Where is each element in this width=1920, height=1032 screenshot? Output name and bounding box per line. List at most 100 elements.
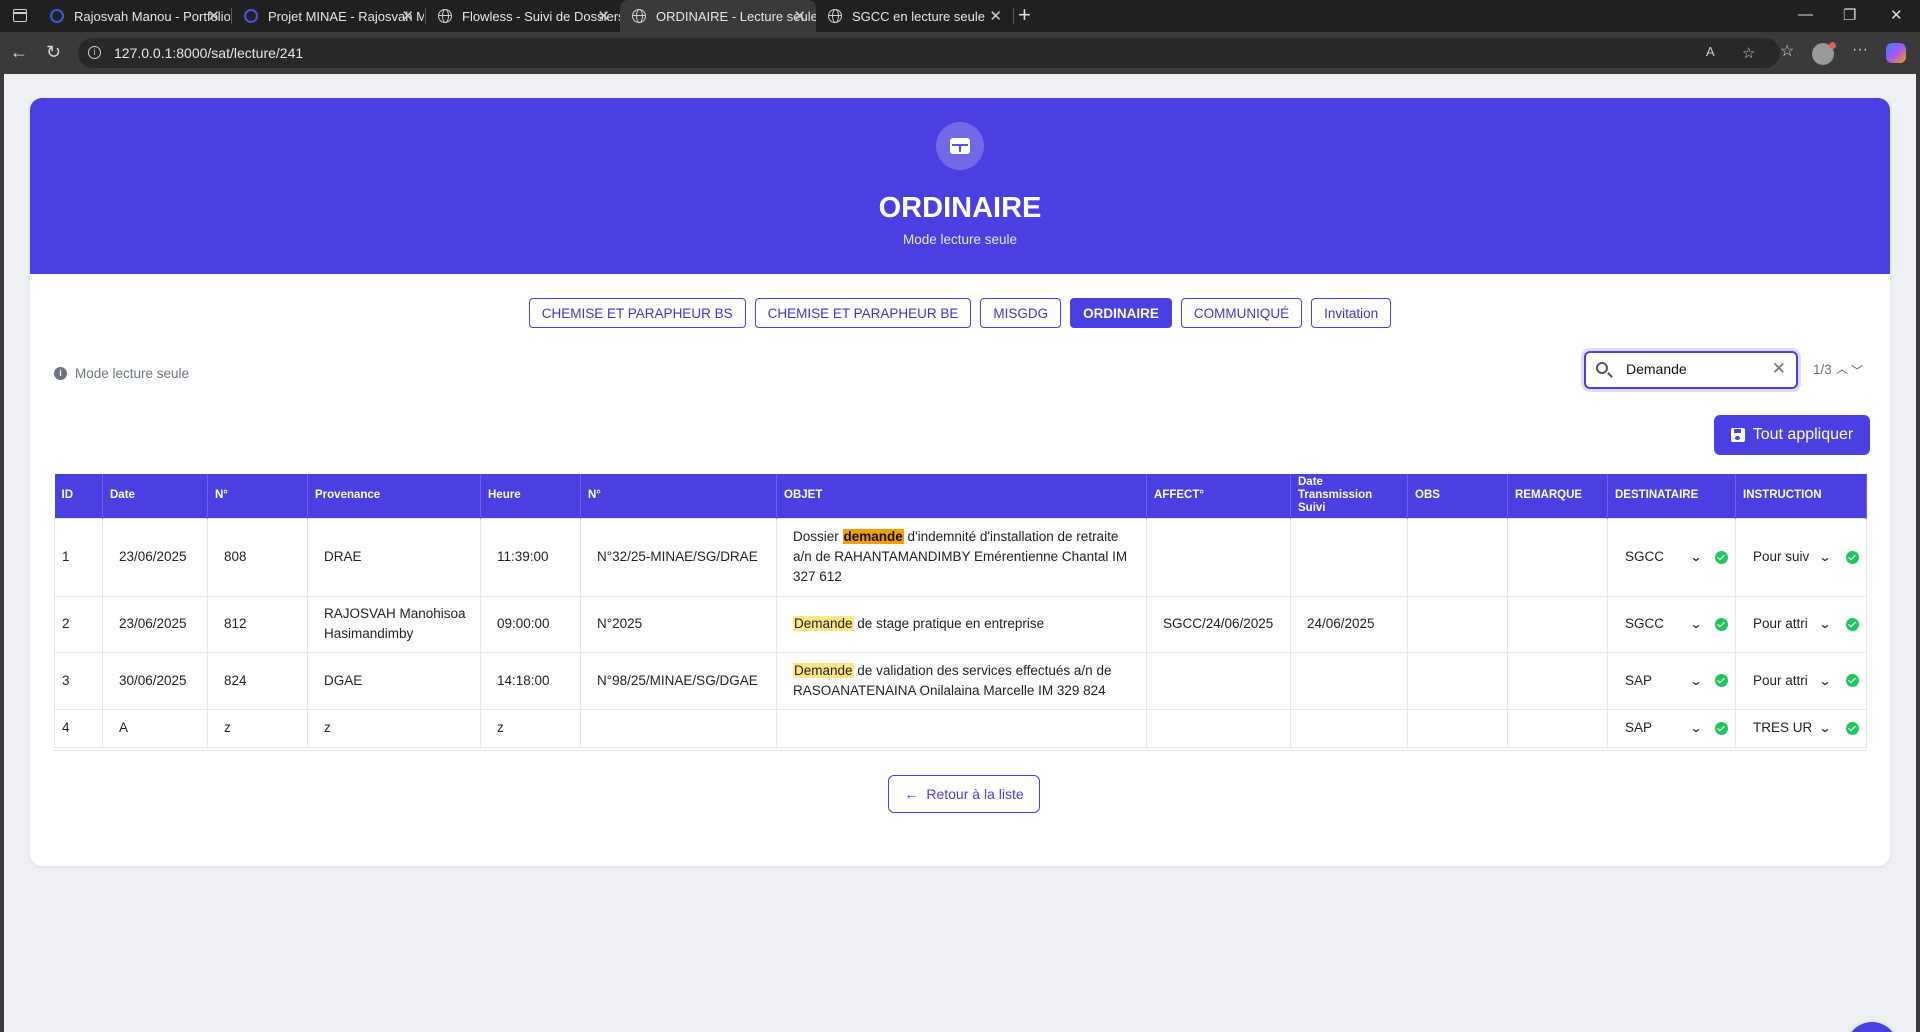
destinataire-select[interactable]: SGCC [1625,614,1683,634]
window-menu-icon[interactable] [13,9,27,22]
chevron-down-icon[interactable]: ⌄ [1689,547,1702,567]
browser-tab-sgcc[interactable]: SGCC en lecture seule ✕ [816,0,1012,32]
column-header: Date Transmission Suivi [1290,474,1408,518]
table-row: 1 23/06/2025 808 DRAE 11:39:00 N°32/25-M… [54,517,1867,597]
cell-id: 4 [54,708,103,748]
reload-icon[interactable]: ↻ [46,42,61,63]
back-to-list-label: Retour à la liste [926,786,1024,802]
cell-provenance: DRAE [307,517,481,597]
minimize-icon[interactable]: — [1798,6,1813,23]
cell-instruction: Pour suiv ⌄ [1735,517,1867,597]
cell-destinataire: SAP ⌄ [1607,651,1736,710]
chevron-down-icon[interactable]: ⌄ [1689,671,1702,691]
circle-favicon-icon [244,9,258,23]
chevron-down-icon[interactable]: ⌄ [1819,547,1832,567]
close-tab-icon[interactable]: ✕ [401,7,414,25]
browser-tab-flowless[interactable]: Flowless - Suivi de Dossiers - MIN ✕ [426,0,620,32]
read-aloud-icon[interactable]: A [1706,44,1715,59]
url-text: 127.0.0.1:8000/sat/lecture/241 [114,45,304,61]
cell-remarque [1507,595,1608,653]
instruction-select[interactable]: TRES URG [1753,718,1811,738]
check-circle-icon [1715,721,1728,735]
cell-id: 2 [54,595,103,653]
tab-chemise-bs[interactable]: CHEMISE ET PARAPHEUR BS [528,298,746,328]
column-header: DESTINATAIRE [1607,474,1736,518]
tab-communique[interactable]: COMMUNIQUÉ [1180,298,1303,328]
cell-num: z [207,708,308,748]
chevron-down-icon[interactable]: ⌄ [1819,671,1832,691]
cell-date: A [102,708,208,748]
cell-objet: Demande de validation des services effec… [776,651,1147,710]
cell-provenance: z [307,708,481,748]
close-tab-icon[interactable]: ✕ [989,7,1002,25]
close-tab-icon[interactable]: ✕ [793,7,806,25]
copilot-icon[interactable] [1886,43,1906,63]
apply-all-button[interactable]: Tout appliquer [1714,415,1870,455]
cell-ref [580,708,777,748]
favorite-star-icon[interactable]: ☆ [1742,44,1755,62]
previous-match-icon[interactable]: ︿ [1836,360,1848,377]
browser-tab-projet[interactable]: Projet MINAE - Rajosvah Manou ✕ [232,0,424,32]
close-tab-icon[interactable]: ✕ [597,7,610,25]
table-row: 3 30/06/2025 824 DGAE 14:18:00 N°98/25/M… [54,651,1867,710]
cell-id: 3 [54,651,103,710]
table-icon [936,122,984,170]
browser-tab-portfolio[interactable]: Rajosvah Manou - Portfolio ✕ [38,0,230,32]
match-counter: 1/3 [1813,362,1832,377]
close-window-icon[interactable]: ✕ [1890,6,1903,24]
close-tab-icon[interactable]: ✕ [207,7,220,25]
cell-instruction: TRES URG ⌄ [1735,708,1867,748]
chevron-down-icon[interactable]: ⌄ [1689,614,1702,634]
share-fab-button[interactable] [1846,1022,1898,1032]
browser-tab-ordinaire[interactable]: ORDINAIRE - Lecture seule ✕ [620,0,816,32]
destinataire-select[interactable]: SAP [1625,718,1683,738]
destinataire-select[interactable]: SAP [1625,671,1683,691]
info-icon: i [54,367,67,380]
instruction-select[interactable]: Pour suiv [1753,547,1811,567]
records-table: ID Date N° Provenance Heure N° OBJET AFF… [54,474,1867,748]
chevron-down-icon[interactable]: ⌄ [1819,718,1832,738]
search-input[interactable] [1626,361,1766,377]
cell-objet: Demande de stage pratique en entreprise [776,595,1147,653]
cell-obs [1407,517,1508,597]
restore-icon[interactable]: ❐ [1843,6,1856,24]
url-field[interactable]: i 127.0.0.1:8000/sat/lecture/241 A ☆ [78,38,1780,68]
cell-instruction: Pour attri ⌄ [1735,651,1867,710]
site-info-icon[interactable]: i [88,46,101,59]
chevron-down-icon[interactable]: ⌄ [1819,614,1832,634]
profile-avatar-icon[interactable] [1812,42,1836,65]
check-circle-icon [1846,617,1859,631]
chevron-down-icon[interactable]: ⌄ [1689,718,1702,738]
readonly-note: i Mode lecture seule [54,366,189,381]
more-menu-icon[interactable]: ··· [1852,41,1868,59]
back-icon[interactable]: ← [10,42,28,63]
instruction-select[interactable]: Pour attri [1753,671,1811,691]
tab-misgdg[interactable]: MISGDG [980,298,1062,328]
table-row: 2 23/06/2025 812 RAJOSVAH Manohisoa Hasi… [54,595,1867,653]
cell-objet [776,708,1147,748]
cell-remarque [1507,651,1608,710]
cell-id: 1 [54,517,103,597]
instruction-select[interactable]: Pour attri [1753,614,1811,634]
new-tab-icon[interactable]: + [1018,2,1031,28]
clear-search-icon[interactable]: ✕ [1772,359,1786,379]
cell-affect: SGCC/24/06/2025 [1146,595,1291,653]
column-header: Provenance [307,474,481,518]
check-circle-icon [1715,674,1728,687]
cell-date: 30/06/2025 [102,651,208,710]
tab-invitation[interactable]: Invitation [1311,298,1392,328]
column-header: OBJET [776,474,1147,518]
tab-chemise-be[interactable]: CHEMISE ET PARAPHEUR BE [754,298,972,328]
column-header: OBS [1407,474,1508,518]
destinataire-select[interactable]: SGCC [1625,547,1683,567]
cell-date-transmission [1290,708,1408,748]
cell-provenance: RAJOSVAH Manohisoa Hasimandimby [307,595,481,653]
tab-ordinaire[interactable]: ORDINAIRE [1070,298,1172,328]
cell-heure: z [480,708,581,748]
back-to-list-button[interactable]: ← Retour à la liste [888,775,1040,813]
next-match-icon[interactable]: ﹀ [1851,362,1863,379]
table-header-row: ID Date N° Provenance Heure N° OBJET AFF… [54,474,1867,518]
cell-objet: Dossier demande d'indemnité d'installati… [776,517,1147,597]
favorites-icon[interactable]: ☆ [1780,41,1794,61]
cell-obs [1407,651,1508,710]
